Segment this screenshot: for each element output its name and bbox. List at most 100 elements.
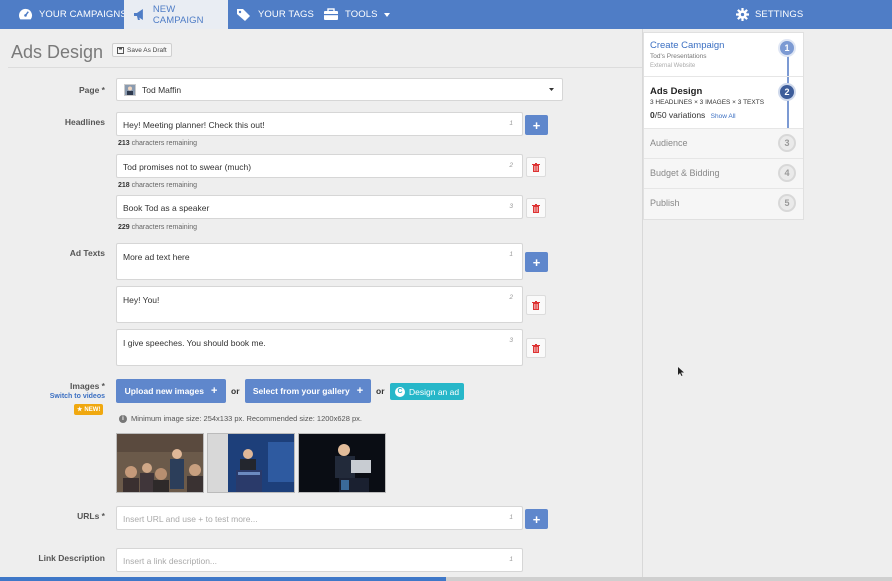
add-headline-button[interactable]: + xyxy=(525,115,548,135)
headline-2-number: 2 xyxy=(509,162,513,169)
dropdown-caret-icon xyxy=(549,88,554,91)
title-divider xyxy=(8,67,642,68)
show-all-link[interactable]: Show All xyxy=(711,113,736,120)
page-select-value: Tod Maffin xyxy=(142,85,182,95)
person-avatar-icon xyxy=(127,86,133,95)
url-placeholder: Insert URL and use + to test more... xyxy=(123,514,258,524)
step-2-title: Ads Design xyxy=(650,86,703,97)
ad-text-3-number: 3 xyxy=(509,337,513,344)
trash-icon xyxy=(532,343,540,353)
plus-icon: + xyxy=(356,385,364,397)
add-url-button[interactable]: + xyxy=(525,509,548,529)
nav-your-tags[interactable]: YOUR TAGS xyxy=(236,0,314,29)
ad-text-input-3[interactable]: I give speeches. You should book me. 3 xyxy=(116,329,523,366)
campaign-steps-panel: Create Campaign Tod's Presentations Exte… xyxy=(643,32,804,220)
step-1-subtitle-2: External Website xyxy=(650,63,696,69)
urls-label: URLs * xyxy=(77,511,105,521)
nav-tools[interactable]: TOOLS xyxy=(323,0,390,29)
nav-new-campaign-label: NEW CAMPAIGN xyxy=(152,3,204,26)
select-from-gallery-button[interactable]: Select from your gallery + xyxy=(245,379,371,403)
design-an-ad-label: Design an ad xyxy=(409,386,460,397)
step-2-circle: 2 xyxy=(778,83,796,101)
headline-input-1[interactable]: Hey! Meeting planner! Check this out! 1 xyxy=(116,112,523,136)
headline-3-text: Book Tod as a speaker xyxy=(123,203,210,213)
nav-tools-label: TOOLS xyxy=(345,9,378,20)
step-2-variations: 0/50 variations Show All xyxy=(650,110,736,120)
or-separator-1: or xyxy=(231,386,240,396)
delete-headline-3-button[interactable] xyxy=(526,198,546,218)
step-5-title: Publish xyxy=(650,198,680,208)
ad-text-2-number: 2 xyxy=(509,294,513,301)
mouse-cursor-icon xyxy=(678,367,684,376)
trash-icon xyxy=(532,300,540,310)
new-badge: ★ NEW! xyxy=(74,404,104,415)
design-an-ad-button[interactable]: C Design an ad xyxy=(390,383,465,400)
trash-icon xyxy=(532,162,540,172)
speaker-laptop-photo xyxy=(299,434,385,492)
plus-icon: + xyxy=(532,254,541,270)
delete-ad-text-3-button[interactable] xyxy=(526,338,546,358)
image-thumbnail-2[interactable] xyxy=(207,433,295,493)
ad-text-1-number: 1 xyxy=(509,251,513,258)
nav-settings-label: SETTINGS xyxy=(755,9,804,20)
ad-text-input-1[interactable]: More ad text here 1 xyxy=(116,243,523,280)
step-audience[interactable]: Audience 3 xyxy=(644,129,803,159)
link-description-input[interactable]: Insert a link description... 1 xyxy=(116,548,523,572)
step-4-circle: 4 xyxy=(778,164,796,182)
url-number: 1 xyxy=(509,514,513,521)
floppy-disk-icon xyxy=(117,46,124,54)
nav-new-campaign[interactable]: NEW CAMPAIGN xyxy=(124,0,228,29)
nav-settings[interactable]: SETTINGS xyxy=(736,0,803,29)
step-4-title: Budget & Bidding xyxy=(650,168,720,178)
headline-1-remaining: 213 characters remaining xyxy=(118,140,197,147)
nav-your-campaigns[interactable]: YOUR CAMPAIGNS xyxy=(18,0,127,29)
headline-3-number: 3 xyxy=(509,203,513,210)
ad-texts-label: Ad Texts xyxy=(69,248,105,258)
headline-2-remaining: 218 characters remaining xyxy=(118,182,197,189)
image-thumbnail-3[interactable] xyxy=(298,433,386,493)
switch-to-videos-link[interactable]: Switch to videos xyxy=(0,393,105,400)
headline-1-number: 1 xyxy=(509,120,513,127)
plus-icon: + xyxy=(532,511,541,527)
image-thumbnail-1[interactable] xyxy=(116,433,204,493)
ad-text-1-text: More ad text here xyxy=(123,252,190,262)
headline-3-remaining: 229 characters remaining xyxy=(118,224,197,231)
headline-input-3[interactable]: Book Tod as a speaker 3 xyxy=(116,195,523,219)
step-2-subtitle: 3 HEADLINES × 3 IMAGES × 3 TEXTS xyxy=(650,99,765,106)
new-badge-label: NEW! xyxy=(84,406,101,413)
headline-2-remaining-count: 218 xyxy=(118,182,130,189)
speaker-podium-photo xyxy=(208,434,294,492)
delete-headline-2-button[interactable] xyxy=(526,157,546,177)
headline-input-2[interactable]: Tod promises not to swear (much) 2 xyxy=(116,154,523,178)
step-1-subtitle: Tod's Presentations xyxy=(650,53,707,60)
step-budget-bidding[interactable]: Budget & Bidding 4 xyxy=(644,159,803,189)
upload-new-images-button[interactable]: Upload new images + xyxy=(116,379,226,403)
top-navigation-bar: YOUR CAMPAIGNS NEW CAMPAIGN YOUR TAGS TO… xyxy=(0,0,892,29)
plus-icon: + xyxy=(532,117,541,133)
headline-3-remaining-count: 229 xyxy=(118,224,130,231)
headline-2-remaining-suffix: characters remaining xyxy=(131,182,198,189)
step-2-variations-text: /50 variations xyxy=(654,110,706,120)
headline-1-remaining-suffix: characters remaining xyxy=(131,140,198,147)
step-create-campaign[interactable]: Create Campaign Tod's Presentations Exte… xyxy=(644,33,803,77)
url-input[interactable]: Insert URL and use + to test more... 1 xyxy=(116,506,523,530)
video-progress-bar[interactable] xyxy=(0,577,892,581)
save-as-draft-label: Save As Draft xyxy=(127,46,167,54)
step-publish[interactable]: Publish 5 xyxy=(644,189,803,219)
megaphone-icon xyxy=(133,9,143,20)
headline-3-remaining-suffix: characters remaining xyxy=(131,224,198,231)
select-from-gallery-label: Select from your gallery xyxy=(252,386,350,396)
link-description-label: Link Description xyxy=(38,553,105,563)
ad-text-input-2[interactable]: Hey! You! 2 xyxy=(116,286,523,323)
delete-ad-text-2-button[interactable] xyxy=(526,295,546,315)
chevron-down-icon xyxy=(383,12,390,17)
add-ad-text-button[interactable]: + xyxy=(525,252,548,272)
nav-your-campaigns-label: YOUR CAMPAIGNS xyxy=(39,9,127,20)
step-3-circle: 3 xyxy=(778,134,796,152)
step-ads-design[interactable]: Ads Design 3 HEADLINES × 3 IMAGES × 3 TE… xyxy=(644,77,803,129)
info-icon: i xyxy=(119,414,127,423)
page-select[interactable]: Tod Maffin xyxy=(116,78,563,101)
headline-1-text: Hey! Meeting planner! Check this out! xyxy=(123,120,265,130)
save-as-draft-button[interactable]: Save As Draft xyxy=(112,43,172,57)
headline-2-text: Tod promises not to swear (much) xyxy=(123,162,252,172)
